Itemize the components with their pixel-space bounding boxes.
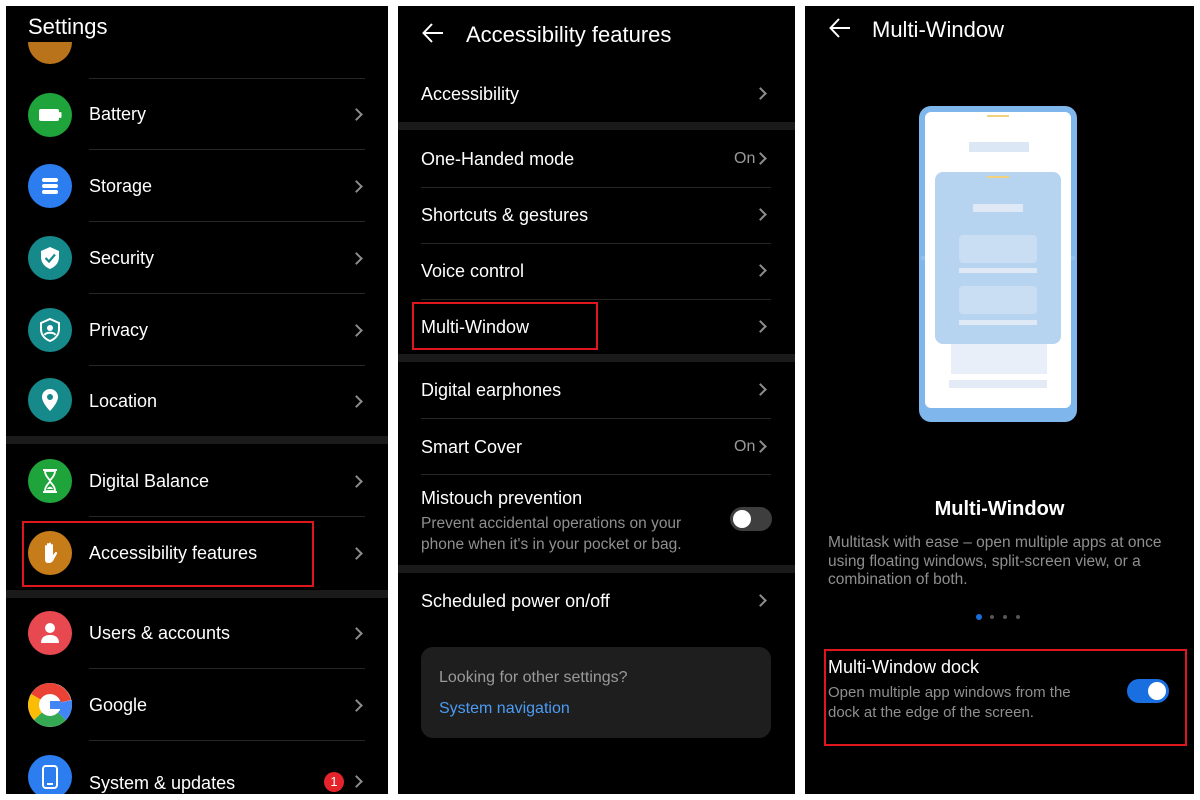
page-dot [1003, 615, 1007, 619]
chevron-right-icon [350, 775, 363, 788]
feature-description: Multitask with ease – open multiple apps… [828, 534, 1162, 588]
item-label: Storage [89, 176, 153, 196]
highlight-box [22, 521, 314, 587]
item-label: Users & accounts [89, 623, 231, 643]
item-label: Voice control [421, 261, 525, 281]
chevron-right-icon [350, 475, 363, 488]
chevron-right-icon [350, 252, 363, 265]
sidebar-item-google[interactable]: Google [6, 669, 388, 741]
item-label: Mistouch prevention [421, 488, 583, 508]
back-arrow-icon[interactable] [829, 18, 851, 38]
sidebar-item-users-accounts[interactable]: Users & accounts [6, 598, 388, 668]
page-title: Accessibility features [466, 22, 672, 47]
page-dot-active [976, 614, 982, 620]
system-navigation-link[interactable]: System navigation [439, 700, 570, 718]
chevron-right-icon [754, 87, 767, 100]
multi-window-panel: Multi-Window Multi-Window Multitask with… [805, 6, 1194, 794]
battery-icon [28, 93, 72, 137]
sidebar-item-storage[interactable]: Storage [6, 150, 388, 222]
item-value: On [734, 438, 756, 455]
chevron-right-icon [754, 208, 767, 221]
chevron-right-icon [350, 324, 363, 337]
partial-icon [28, 42, 72, 64]
sidebar-item-privacy[interactable]: Privacy [6, 294, 388, 366]
item-label: Smart Cover [421, 437, 523, 457]
item-label: System & updates [89, 773, 236, 793]
item-label: One-Handed mode [421, 149, 575, 169]
other-settings-card: Looking for other settings? System navig… [421, 647, 771, 738]
chevron-right-icon [350, 108, 363, 121]
menu-item-shortcuts-gestures[interactable]: Shortcuts & gestures [398, 188, 795, 243]
sidebar-item-battery[interactable]: Battery [6, 80, 388, 150]
menu-item-mistouch-prevention: Mistouch prevention Prevent accidental o… [398, 475, 795, 565]
chevron-right-icon [754, 440, 767, 453]
multi-window-illustration [919, 106, 1077, 422]
item-label: Battery [89, 104, 147, 124]
highlight-box [824, 649, 1187, 746]
settings-panel: Settings Battery Storage Security Privac… [6, 6, 388, 794]
menu-item-one-handed-mode[interactable]: One-Handed mode On [398, 131, 795, 187]
item-label: Shortcuts & gestures [421, 205, 589, 225]
privacy-shield-icon [28, 308, 72, 352]
highlight-box [412, 302, 598, 350]
menu-item-smart-cover[interactable]: Smart Cover On [398, 419, 795, 474]
feature-heading: Multi-Window [934, 498, 1065, 520]
google-icon [28, 683, 72, 727]
chevron-right-icon [350, 180, 363, 193]
item-label: Scheduled power on/off [421, 591, 610, 611]
item-label: Digital earphones [421, 380, 562, 400]
page-dot [1016, 615, 1020, 619]
chevron-right-icon [754, 383, 767, 396]
item-value: On [734, 150, 756, 167]
back-arrow-icon[interactable] [422, 23, 444, 43]
menu-item-scheduled-power[interactable]: Scheduled power on/off [398, 573, 795, 631]
chevron-right-icon [754, 320, 767, 333]
phone-icon [28, 755, 72, 794]
chevron-right-icon [350, 547, 363, 560]
mistouch-toggle[interactable] [730, 507, 772, 531]
menu-item-voice-control[interactable]: Voice control [398, 244, 795, 299]
menu-item-accessibility[interactable]: Accessibility [398, 68, 795, 122]
storage-icon [28, 164, 72, 208]
chevron-right-icon [754, 152, 767, 165]
page-title: Settings [28, 14, 108, 39]
sidebar-item-location[interactable]: Location [6, 366, 388, 436]
user-icon [28, 611, 72, 655]
sidebar-item-system-updates[interactable]: System & updates 1 [6, 741, 388, 794]
accessibility-panel: Accessibility features Accessibility One… [398, 6, 795, 794]
item-label: Google [89, 695, 148, 715]
card-prompt: Looking for other settings? [439, 669, 628, 686]
chevron-right-icon [350, 395, 363, 408]
menu-item-digital-earphones[interactable]: Digital earphones [398, 362, 795, 418]
sidebar-item-digital-balance[interactable]: Digital Balance [6, 446, 388, 516]
item-subtitle: Prevent accidental operations on your ph… [421, 515, 682, 553]
page-dot [990, 615, 994, 619]
page-title: Multi-Window [872, 17, 1005, 42]
hourglass-icon [28, 459, 72, 503]
item-label: Location [89, 391, 158, 411]
chevron-right-icon [754, 264, 767, 277]
notification-badge: 1 [324, 772, 344, 792]
chevron-right-icon [350, 699, 363, 712]
chevron-right-icon [350, 627, 363, 640]
item-label: Digital Balance [89, 471, 210, 491]
chevron-right-icon [754, 594, 767, 607]
location-pin-icon [28, 378, 72, 422]
sidebar-item-security[interactable]: Security [6, 222, 388, 294]
item-label: Accessibility [421, 84, 520, 104]
shield-icon [28, 236, 72, 280]
item-label: Security [89, 248, 155, 268]
item-label: Privacy [89, 320, 149, 340]
